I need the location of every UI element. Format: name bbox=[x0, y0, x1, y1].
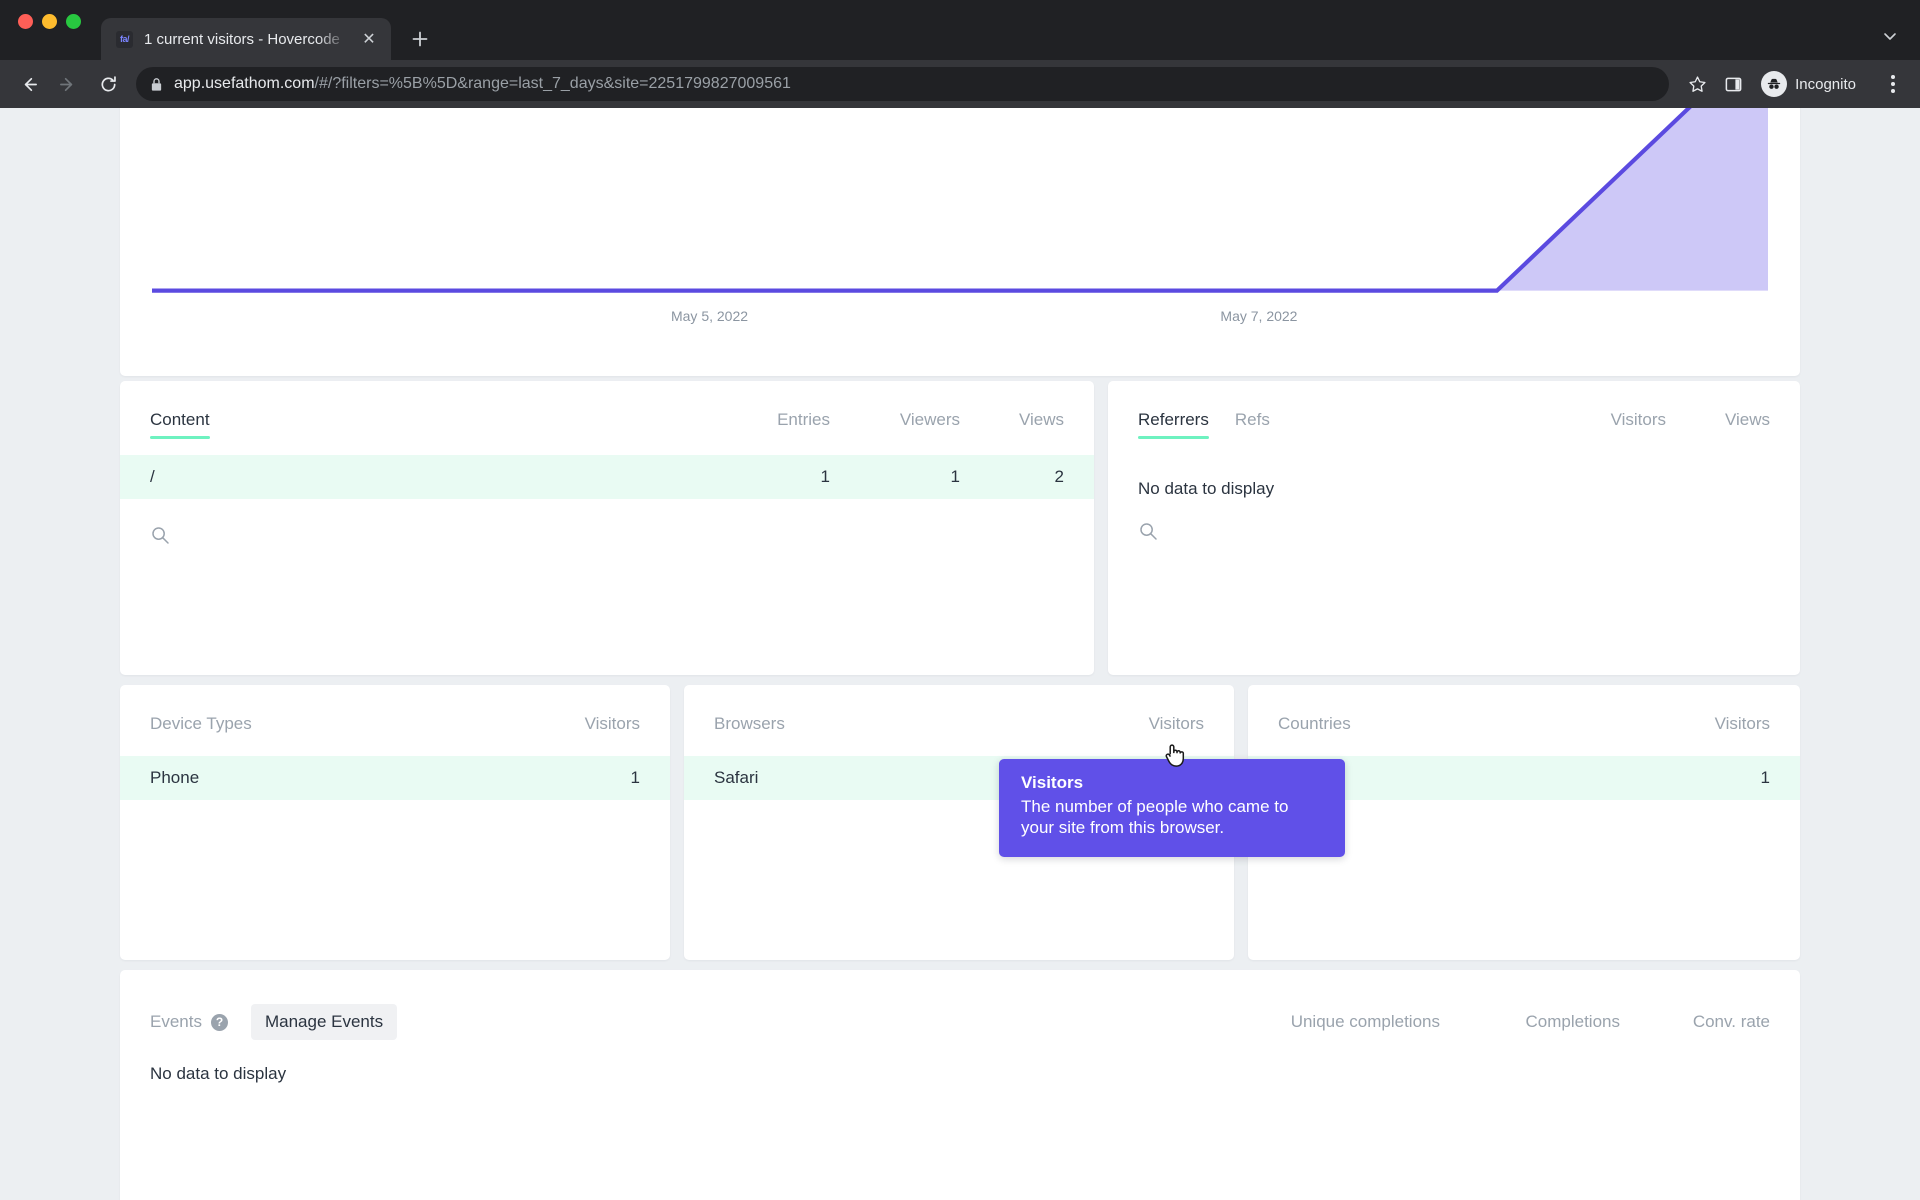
column-header-viewers[interactable]: Viewers bbox=[830, 410, 960, 430]
tab-referrers[interactable]: Referrers bbox=[1138, 410, 1209, 439]
chart-x-tick: May 5, 2022 bbox=[670, 308, 749, 324]
browser-window: fa/ 1 current visitors - Hovercode ✕ app… bbox=[0, 0, 1920, 1200]
browsers-header: Browsers Visitors bbox=[684, 685, 1234, 756]
content-tabs: Content bbox=[150, 410, 715, 439]
visitors-tooltip: Visitors The number of people who came t… bbox=[999, 759, 1345, 857]
browser-toolbar: app.usefathom.com/#/?filters=%5B%5D&rang… bbox=[0, 60, 1920, 108]
device-types-header: Device Types Visitors bbox=[120, 685, 670, 756]
tab-list-chevron-icon[interactable] bbox=[1876, 22, 1904, 50]
chart-svg bbox=[152, 108, 1768, 293]
visitors-chart-card: May 5, 2022 May 7, 2022 bbox=[120, 108, 1800, 376]
chart-x-axis: May 5, 2022 May 7, 2022 bbox=[152, 308, 1768, 328]
manage-events-button[interactable]: Manage Events bbox=[250, 1004, 398, 1040]
row-value: 1 bbox=[630, 768, 640, 787]
chart-line bbox=[152, 108, 1692, 293]
help-icon[interactable]: ? bbox=[210, 1013, 228, 1031]
maximize-window-button[interactable] bbox=[66, 13, 81, 29]
row-value: 1 bbox=[1760, 768, 1770, 787]
referrers-card-header: Referrers Refs Visitors Views bbox=[1108, 381, 1800, 455]
favicon-icon: fa/ bbox=[116, 30, 133, 48]
search-icon[interactable] bbox=[1138, 521, 1158, 541]
side-panel-icon[interactable] bbox=[1717, 68, 1749, 100]
countries-title: Countries bbox=[1278, 714, 1351, 733]
url-path: /#/?filters=%5B%5D&range=last_7_days&sit… bbox=[314, 75, 791, 92]
events-column-headers: Unique completions Completions Conv. rat… bbox=[1190, 1012, 1770, 1032]
reload-button[interactable] bbox=[90, 66, 126, 102]
profile-incognito-button[interactable]: Incognito bbox=[1757, 68, 1870, 100]
new-tab-button[interactable] bbox=[403, 22, 437, 56]
countries-metric-header[interactable]: Visitors bbox=[1715, 714, 1770, 734]
kebab-dot bbox=[1891, 89, 1895, 93]
url-host: app.usefathom.com bbox=[174, 75, 315, 92]
column-header-unique-completions[interactable]: Unique completions bbox=[1190, 1012, 1440, 1032]
referrers-search[interactable] bbox=[1108, 499, 1800, 546]
device-types-metric-header[interactable]: Visitors bbox=[585, 714, 640, 734]
events-title-group: Events ? Manage Events bbox=[150, 1004, 1190, 1040]
profile-label: Incognito bbox=[1795, 75, 1856, 93]
row-entries-value: 1 bbox=[820, 467, 830, 486]
column-header-entries[interactable]: Entries bbox=[715, 410, 830, 430]
row-label: Kingdom bbox=[1278, 768, 1761, 788]
referrers-tabs: Referrers Refs bbox=[1138, 410, 1526, 439]
forward-button[interactable] bbox=[50, 66, 86, 102]
bookmark-star-icon[interactable] bbox=[1681, 68, 1713, 100]
tab-strip: fa/ 1 current visitors - Hovercode ✕ bbox=[101, 0, 437, 60]
chart-x-tick: May 7, 2022 bbox=[1220, 308, 1298, 324]
browsers-title: Browsers bbox=[714, 714, 785, 733]
tab-title: 1 current visitors - Hovercode bbox=[144, 30, 340, 48]
window-traffic-lights bbox=[18, 0, 81, 60]
page-viewport: May 5, 2022 May 7, 2022 Content Entries … bbox=[0, 108, 1920, 1200]
address-bar-url: app.usefathom.com/#/?filters=%5B%5D&rang… bbox=[174, 75, 791, 93]
column-header-visitors[interactable]: Visitors bbox=[1526, 410, 1666, 430]
row-views-value: 2 bbox=[1054, 467, 1064, 486]
events-card-header: Events ? Manage Events Unique completion… bbox=[120, 970, 1800, 1046]
tooltip-title: Visitors bbox=[1021, 773, 1084, 792]
tooltip-body: The number of people who came to your si… bbox=[1021, 797, 1289, 838]
table-row[interactable]: Phone 1 bbox=[120, 756, 670, 800]
row-label: / bbox=[150, 467, 155, 486]
table-row[interactable]: / 1 1 2 bbox=[120, 455, 1094, 499]
minimize-window-button[interactable] bbox=[42, 13, 57, 29]
back-button[interactable] bbox=[10, 66, 46, 102]
row-label: Phone bbox=[150, 768, 200, 787]
device-types-card: Device Types Visitors Phone 1 bbox=[120, 685, 670, 960]
incognito-icon bbox=[1761, 71, 1788, 97]
column-header-views[interactable]: Views bbox=[960, 410, 1064, 430]
tab-refs[interactable]: Refs bbox=[1235, 410, 1270, 439]
row-viewers-value: 1 bbox=[950, 467, 960, 486]
content-card: Content Entries Viewers Views / 1 1 2 bbox=[120, 381, 1094, 675]
address-bar[interactable]: app.usefathom.com/#/?filters=%5B%5D&rang… bbox=[136, 67, 1670, 101]
column-header-conv-rate[interactable]: Conv. rate bbox=[1620, 1012, 1770, 1032]
countries-header: Countries Visitors bbox=[1248, 685, 1800, 756]
referrers-empty-message: No data to display bbox=[1138, 479, 1275, 498]
search-icon[interactable] bbox=[150, 525, 170, 545]
events-card: Events ? Manage Events Unique completion… bbox=[120, 970, 1800, 1200]
referrers-card: Referrers Refs Visitors Views No data to… bbox=[1108, 381, 1800, 675]
device-types-title: Device Types bbox=[150, 714, 252, 733]
chrome-menu-icon[interactable] bbox=[1878, 66, 1908, 102]
close-window-button[interactable] bbox=[18, 13, 33, 29]
column-header-completions[interactable]: Completions bbox=[1440, 1012, 1621, 1032]
tab-strip-bar: fa/ 1 current visitors - Hovercode ✕ bbox=[0, 0, 1920, 60]
events-label: Events bbox=[150, 1012, 202, 1031]
kebab-dot bbox=[1891, 82, 1895, 86]
browser-tab[interactable]: fa/ 1 current visitors - Hovercode ✕ bbox=[101, 18, 391, 60]
events-empty-message: No data to display bbox=[150, 1064, 287, 1083]
column-header-views[interactable]: Views bbox=[1666, 410, 1770, 430]
tab-content[interactable]: Content bbox=[150, 410, 210, 439]
referrers-column-headers: Visitors Views bbox=[1526, 410, 1770, 430]
close-tab-icon[interactable]: ✕ bbox=[359, 29, 379, 49]
browsers-metric-header[interactable]: Visitors bbox=[1149, 714, 1204, 734]
lock-icon bbox=[151, 77, 162, 91]
visitors-chart[interactable] bbox=[152, 108, 1768, 298]
content-search[interactable] bbox=[120, 499, 1094, 550]
content-card-header: Content Entries Viewers Views bbox=[120, 381, 1094, 455]
kebab-dot bbox=[1891, 75, 1895, 79]
content-column-headers: Entries Viewers Views bbox=[715, 410, 1064, 430]
plus-icon bbox=[412, 31, 428, 47]
